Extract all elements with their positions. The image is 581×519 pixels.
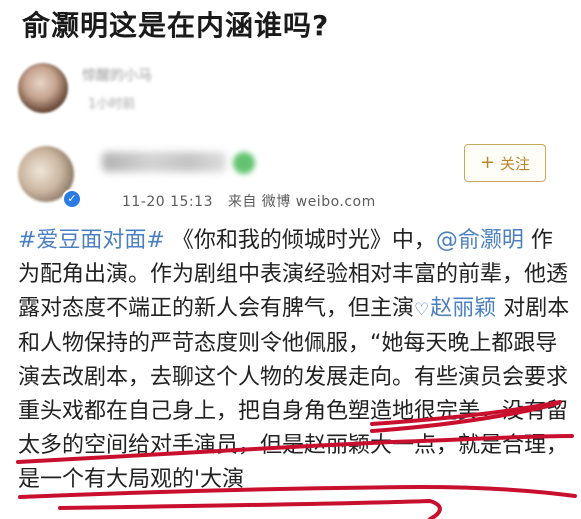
topic-link[interactable]: #爱豆面对面# [18,228,165,253]
article-headline: 俞灏明这是在内涵谁吗? [22,9,330,42]
post-source: 来自 微博 weibo.com [227,194,376,210]
post-meta: 11-20 15:13 来自 微博 weibo.com [122,191,376,211]
super-topic-icon: ♡ [414,300,430,320]
follow-button[interactable]: + 关注 [464,144,546,182]
vip-level-icon [233,152,255,174]
author-time: 1小时前 [88,97,136,112]
mention-link-2-label: 赵丽颖 [430,296,497,321]
verified-badge-icon: ✓ [62,189,82,209]
plus-icon: + [479,152,496,173]
author-name[interactable]: 惊醒的小马 [82,65,152,85]
post-time: 11-20 15:13 [122,194,213,210]
mention-link-2[interactable]: ♡赵丽颖 [414,296,496,321]
post-text-3: 对剧本和人物保持的严苛态度则令他佩服，“她每天晚上都跟导演去改剧本，去聊这个人物… [18,296,570,492]
author-avatar[interactable] [18,63,68,113]
post-body: #爱豆面对面# 《你和我的倾城时光》中，@俞灏明 作为配角出演。作为剧组中表演经… [18,224,570,497]
follow-label: 关注 [500,154,531,173]
answer-author[interactable]: 惊醒的小马 1小时前 [18,63,563,119]
post-text-1: 《你和我的倾城时光》中， [164,228,436,253]
poster-name-blurred[interactable] [102,152,226,172]
weibo-post-card: ✓ 11-20 15:13 来自 微博 weibo.com + 关注 #爱豆面对… [18,140,570,519]
mention-link-1[interactable]: @俞灏明 [436,228,524,253]
